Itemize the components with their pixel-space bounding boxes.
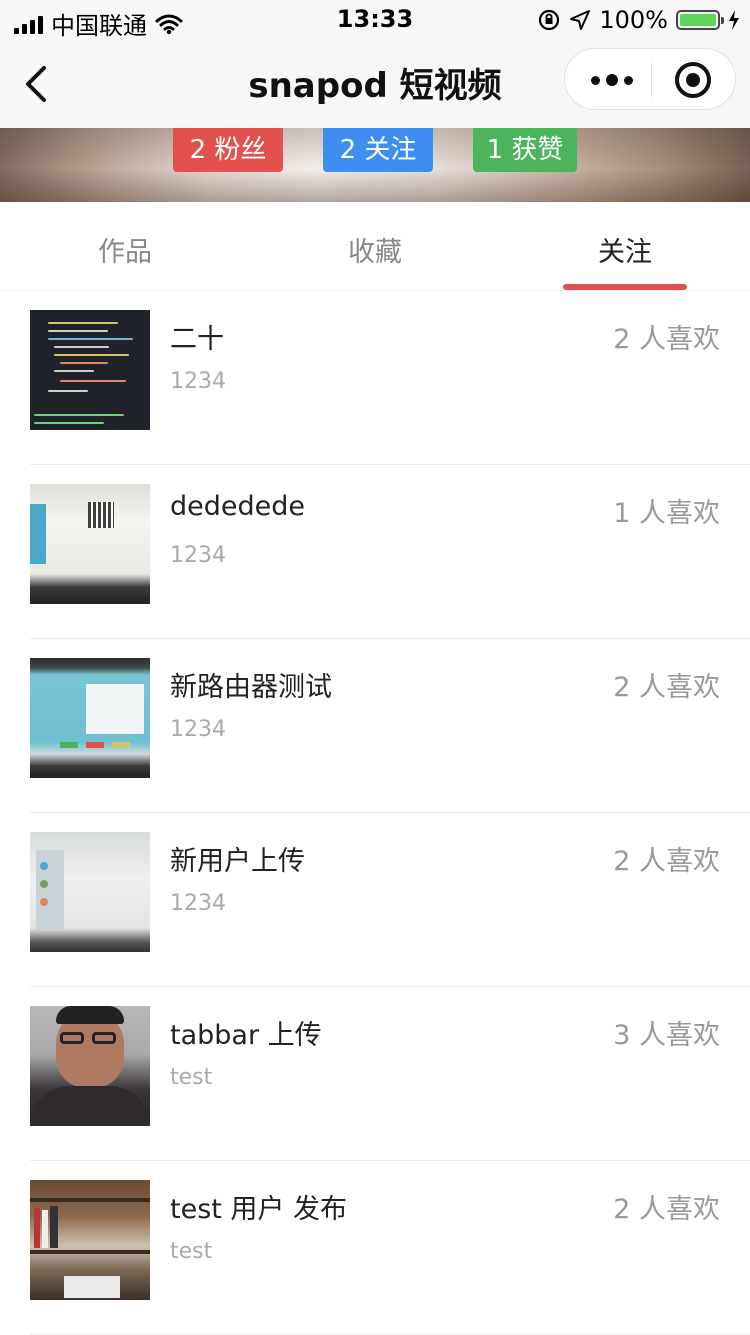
video-thumbnail[interactable] — [30, 1180, 150, 1300]
video-thumbnail[interactable] — [30, 1006, 150, 1126]
list-item[interactable]: 新用户上传 1234 2 人喜欢 — [30, 813, 750, 987]
location-arrow-icon — [570, 10, 591, 30]
video-thumbnail[interactable] — [30, 658, 150, 778]
like-count: 2 人喜欢 — [613, 324, 720, 355]
mini-program-capsule — [564, 48, 736, 110]
like-count: 3 人喜欢 — [613, 1020, 720, 1051]
video-list: 二十 1234 2 人喜欢 dededede 1234 1 人喜欢 新路由器测试… — [0, 291, 750, 1335]
video-description: test — [170, 1065, 213, 1090]
charging-bolt-icon — [729, 10, 739, 30]
like-count: 2 人喜欢 — [613, 672, 720, 703]
video-description: 1234 — [170, 891, 226, 916]
video-description: test — [170, 1239, 213, 1264]
tab-following[interactable]: 关注 — [500, 230, 750, 269]
close-miniprogram-icon[interactable] — [675, 62, 711, 98]
following-count-badge[interactable]: 2 关注 — [323, 128, 433, 172]
video-thumbnail[interactable] — [30, 310, 150, 430]
battery-percent: 100% — [599, 6, 668, 34]
video-description: 1234 — [170, 543, 226, 568]
list-item[interactable]: tabbar 上传 test 3 人喜欢 — [30, 987, 750, 1161]
list-item[interactable]: dededede 1234 1 人喜欢 — [30, 465, 750, 639]
video-thumbnail[interactable] — [30, 484, 150, 604]
fans-count-badge[interactable]: 2 粉丝 — [173, 128, 283, 172]
capsule-divider — [651, 63, 652, 97]
video-title: 二十 — [170, 324, 224, 355]
video-title: dededede — [170, 491, 305, 522]
orientation-lock-icon — [539, 9, 560, 31]
status-right: 100% — [537, 6, 740, 34]
like-count: 2 人喜欢 — [613, 1194, 720, 1225]
video-thumbnail[interactable] — [30, 832, 150, 952]
video-title: tabbar 上传 — [170, 1020, 322, 1051]
like-count: 1 人喜欢 — [613, 498, 720, 529]
tab-works[interactable]: 作品 — [0, 230, 250, 269]
video-title: 新用户上传 — [170, 846, 305, 877]
list-item[interactable]: 新路由器测试 1234 2 人喜欢 — [30, 639, 750, 813]
video-description: 1234 — [170, 717, 226, 742]
nav-bar: snapod 短视频 — [0, 40, 750, 128]
more-menu-icon[interactable] — [591, 49, 633, 111]
list-item[interactable]: 二十 1234 2 人喜欢 — [30, 291, 750, 465]
profile-header-background: 2 粉丝 2 关注 1 获赞 — [0, 128, 750, 202]
status-bar: 中国联通 13:33 100% — [0, 0, 750, 40]
list-item[interactable]: test 用户 发布 test 2 人喜欢 — [30, 1161, 750, 1335]
tab-favorites[interactable]: 收藏 — [250, 230, 500, 269]
video-title: test 用户 发布 — [170, 1194, 348, 1225]
active-tab-indicator — [563, 284, 687, 290]
video-description: 1234 — [170, 369, 226, 394]
tab-bar: 作品 收藏 关注 — [0, 202, 750, 291]
likes-count-badge[interactable]: 1 获赞 — [473, 128, 577, 172]
like-count: 2 人喜欢 — [613, 846, 720, 877]
battery-icon — [676, 10, 724, 30]
video-title: 新路由器测试 — [170, 672, 332, 703]
